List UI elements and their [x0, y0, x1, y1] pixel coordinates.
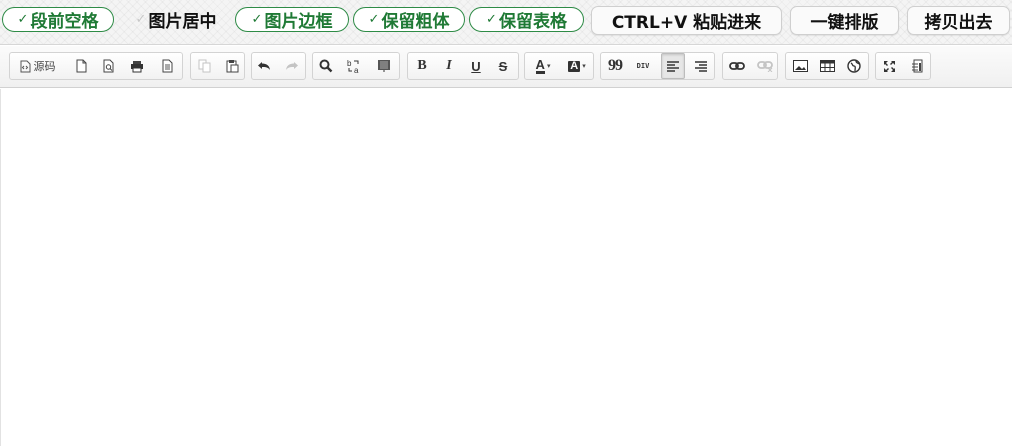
new-page-icon: [76, 59, 87, 73]
print-button[interactable]: [125, 53, 149, 79]
option-label: 段前空格: [30, 12, 99, 32]
unlink-button[interactable]: [753, 53, 777, 79]
editor-content-area[interactable]: [0, 89, 1012, 446]
editor-toolbar: 源码 b a B I U S A ▾ A ▾ 99 DIV: [0, 46, 1012, 88]
iframe-button[interactable]: [842, 53, 866, 79]
new-page-button[interactable]: [69, 53, 93, 79]
check-icon: ✓: [135, 12, 147, 27]
check-icon: ✓: [17, 12, 29, 27]
source-button[interactable]: 源码: [12, 53, 62, 79]
option-keep-tables[interactable]: ✓ 保留表格: [469, 7, 584, 32]
background-color-button[interactable]: A ▾: [562, 53, 592, 79]
check-icon: ✓: [486, 12, 497, 27]
blockquote-button[interactable]: 99: [603, 53, 627, 79]
redo-button[interactable]: [280, 53, 304, 79]
option-keep-bold[interactable]: ✓ 保留粗体: [353, 7, 465, 32]
copy-out-button[interactable]: 拷贝出去: [907, 6, 1010, 35]
blockquote-icon: 99: [608, 57, 623, 74]
svg-text:a: a: [354, 66, 359, 74]
chevron-down-icon: ▾: [582, 62, 586, 70]
source-icon: [19, 60, 31, 73]
bold-icon: B: [417, 58, 427, 73]
preview-button[interactable]: [97, 53, 121, 79]
italic-button[interactable]: I: [437, 53, 461, 79]
link-button[interactable]: [725, 53, 749, 79]
paste-button[interactable]: [220, 53, 244, 79]
strikethrough-icon: S: [498, 58, 508, 74]
redo-icon: [285, 60, 299, 72]
select-all-icon: [377, 59, 391, 73]
table-icon: [819, 60, 835, 72]
paste-in-button[interactable]: CTRL+V 粘贴进来: [591, 6, 782, 35]
show-blocks-icon: [911, 59, 924, 73]
undo-button[interactable]: [252, 53, 276, 79]
div-container-icon: DIV: [636, 61, 650, 70]
unlink-icon: [757, 60, 773, 72]
globe-icon: [847, 59, 861, 73]
underline-icon: U: [471, 58, 481, 74]
align-right-icon: [695, 60, 707, 72]
replace-icon: ba: [346, 58, 362, 74]
image-icon: [792, 60, 808, 72]
italic-icon: I: [446, 58, 452, 73]
check-icon: ✓: [368, 12, 380, 27]
templates-button[interactable]: [155, 53, 179, 79]
align-left-icon: [667, 60, 679, 72]
preview-icon: [103, 59, 115, 73]
find-button[interactable]: [314, 53, 338, 79]
select-all-button[interactable]: [372, 53, 396, 79]
paste-icon: [226, 59, 239, 73]
chevron-down-icon: ▾: [546, 62, 551, 70]
bold-button[interactable]: B: [410, 53, 434, 79]
text-color-icon: A: [535, 56, 545, 74]
link-icon: [729, 61, 745, 71]
background-color-icon: A: [568, 59, 581, 72]
underline-button[interactable]: U: [464, 53, 488, 79]
copy-icon: [198, 59, 211, 73]
option-label: 保留表格: [498, 12, 567, 32]
find-icon: [319, 59, 333, 73]
undo-icon: [257, 60, 271, 72]
copy-button[interactable]: [192, 53, 216, 79]
option-label: 保留粗体: [381, 12, 450, 32]
align-right-button[interactable]: [689, 53, 713, 79]
source-label: 源码: [33, 60, 56, 73]
print-icon: [130, 60, 144, 73]
maximize-icon: [883, 60, 896, 73]
align-left-button[interactable]: [661, 53, 685, 79]
svg-text:b: b: [347, 59, 352, 68]
maximize-button[interactable]: [877, 53, 901, 79]
option-center-images[interactable]: ✓ 图片居中: [124, 7, 228, 32]
replace-button[interactable]: ba: [342, 53, 366, 79]
table-button[interactable]: [815, 53, 839, 79]
check-icon: ✓: [251, 12, 263, 27]
templates-icon: [162, 59, 173, 73]
text-color-button[interactable]: A ▾: [528, 53, 558, 79]
strikethrough-button[interactable]: S: [491, 53, 515, 79]
show-blocks-button[interactable]: [905, 53, 929, 79]
option-label: 图片边框: [264, 12, 333, 32]
one-click-format-button[interactable]: 一键排版: [790, 6, 899, 35]
option-paragraph-indent[interactable]: ✓ 段前空格: [2, 7, 114, 32]
image-button[interactable]: [788, 53, 812, 79]
option-label: 图片居中: [148, 12, 217, 32]
option-image-border[interactable]: ✓ 图片边框: [235, 7, 349, 32]
formatting-options-bar: ✓ 段前空格 ✓ 图片居中 ✓ 图片边框 ✓ 保留粗体 ✓ 保留表格 CTRL+…: [0, 0, 1012, 45]
div-container-button[interactable]: DIV: [631, 53, 655, 79]
